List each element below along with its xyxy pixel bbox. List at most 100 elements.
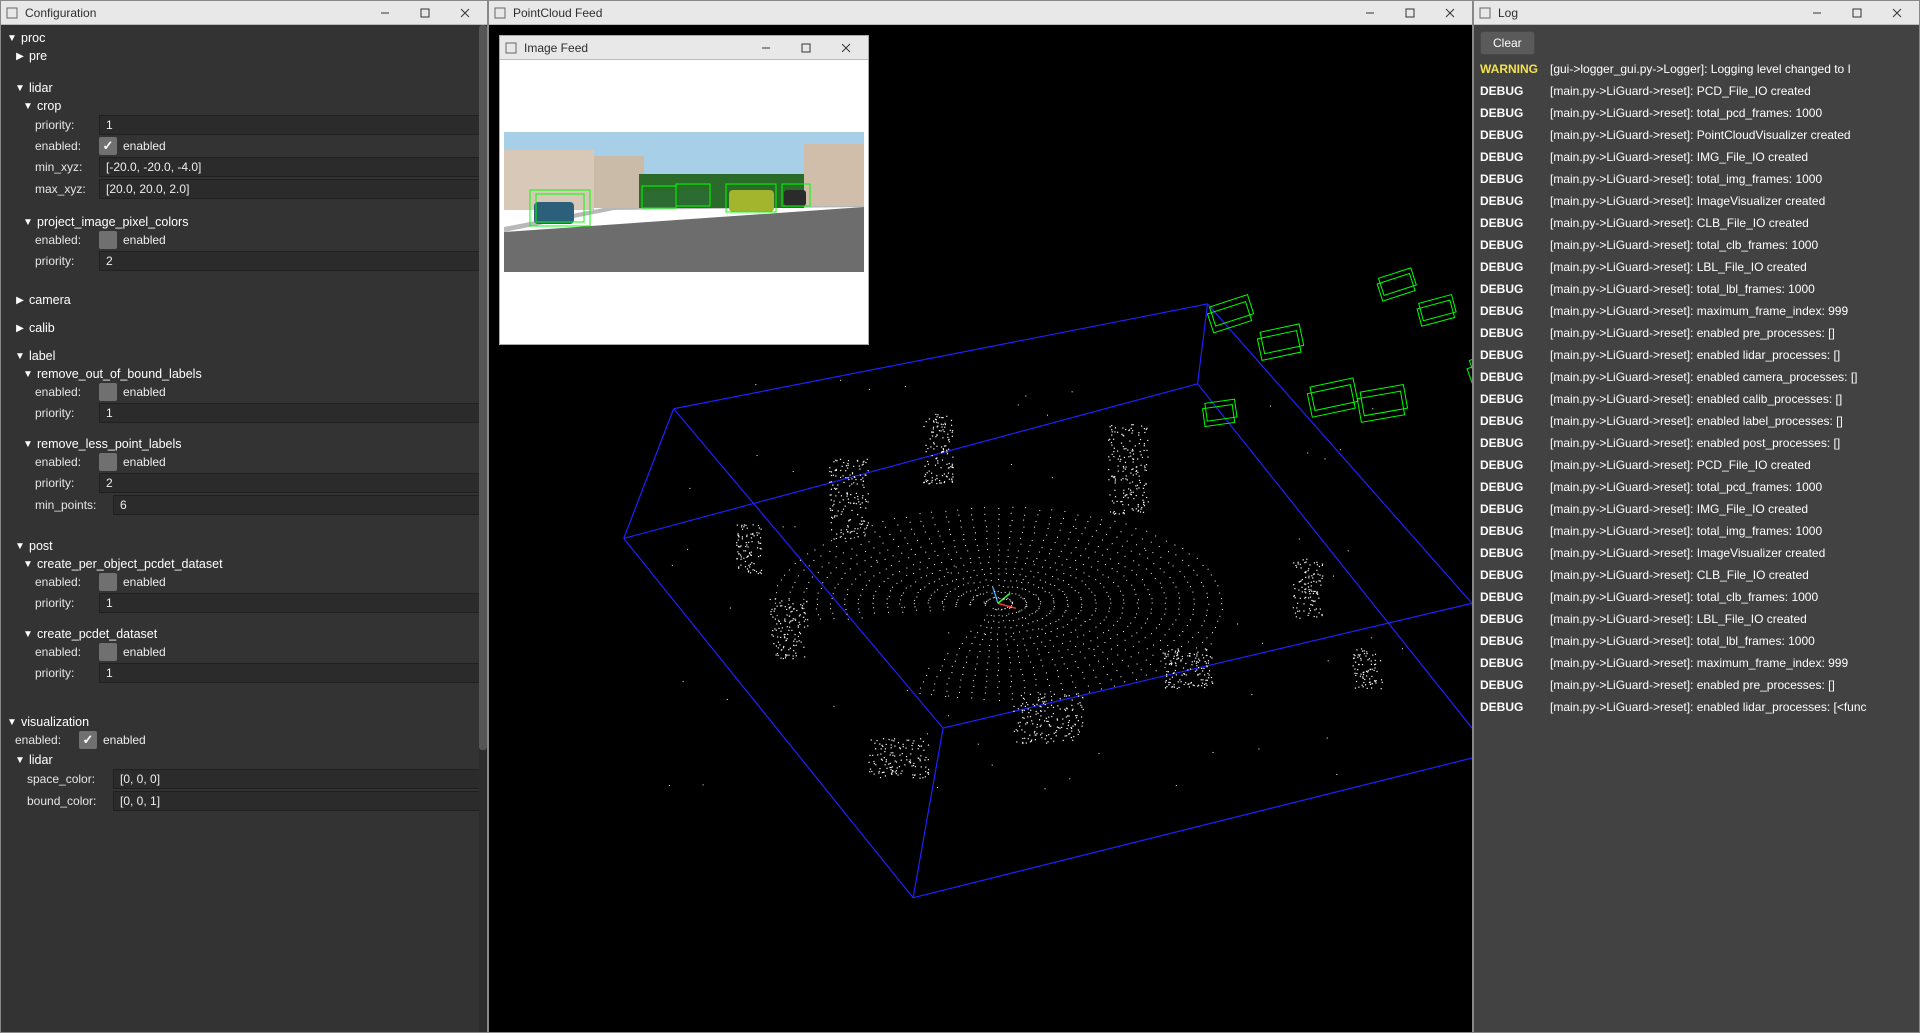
input-crop-max-xyz[interactable] <box>99 179 481 199</box>
input-rofb-priority[interactable] <box>99 403 481 423</box>
log-row: DEBUG[main.py->LiGuard->reset]: LBL_File… <box>1478 256 1915 278</box>
log-row: DEBUG[main.py->LiGuard->reset]: IMG_File… <box>1478 146 1915 168</box>
log-row: DEBUG[main.py->LiGuard->reset]: maximum_… <box>1478 300 1915 322</box>
checkbox-crop-enabled[interactable] <box>99 137 117 155</box>
log-row: DEBUG[main.py->LiGuard->reset]: enabled … <box>1478 388 1915 410</box>
tree-remove-less-point-labels[interactable]: ▼ remove_less_point_labels <box>23 437 481 451</box>
checkbox-viz-enabled[interactable] <box>79 731 97 749</box>
log-titlebar[interactable]: Log <box>1474 1 1919 25</box>
input-crop-priority[interactable] <box>99 115 481 135</box>
log-level: DEBUG <box>1480 678 1540 692</box>
log-level: DEBUG <box>1480 436 1540 450</box>
input-crop-min-xyz[interactable] <box>99 157 481 177</box>
maximize-icon[interactable] <box>1392 2 1428 24</box>
log-message: [main.py->LiGuard->reset]: enabled camer… <box>1550 370 1858 384</box>
label-priority: priority: <box>35 476 93 490</box>
close-icon[interactable] <box>447 2 483 24</box>
chevron-right-icon: ▶ <box>15 295 25 306</box>
checkbox-rlpl-enabled[interactable] <box>99 453 117 471</box>
scrollbar-track[interactable] <box>479 25 487 1032</box>
image-feed-window[interactable]: Image Feed <box>499 35 869 345</box>
app-icon <box>5 6 19 20</box>
log-level: DEBUG <box>1480 546 1540 560</box>
chevron-down-icon: ▼ <box>7 33 17 44</box>
log-message: [main.py->LiGuard->reset]: total_clb_fra… <box>1550 238 1818 252</box>
image-feed-body[interactable] <box>500 60 868 344</box>
checkbox-cpopd-enabled[interactable] <box>99 573 117 591</box>
chevron-down-icon: ▼ <box>23 559 33 570</box>
checkbox-cpd-enabled[interactable] <box>99 643 117 661</box>
log-level: DEBUG <box>1480 106 1540 120</box>
log-row: DEBUG[main.py->LiGuard->reset]: PointClo… <box>1478 124 1915 146</box>
label-enabled: enabled: <box>15 733 73 747</box>
label-enabled: enabled: <box>35 139 93 153</box>
log-row: DEBUG[main.py->LiGuard->reset]: total_im… <box>1478 168 1915 190</box>
tree-calib[interactable]: ▶ calib <box>15 321 481 335</box>
tree-label[interactable]: ▼ label <box>15 349 481 363</box>
pointcloud-viewport[interactable]: Image Feed <box>489 25 1472 1032</box>
maximize-icon[interactable] <box>407 2 443 24</box>
input-space-color[interactable] <box>113 769 481 789</box>
minimize-icon[interactable] <box>1352 2 1388 24</box>
maximize-icon[interactable] <box>1839 2 1875 24</box>
configuration-window: Configuration ▼ proc ▶ pre <box>0 0 488 1033</box>
maximize-icon[interactable] <box>788 37 824 59</box>
log-row: DEBUG[main.py->LiGuard->reset]: ImageVis… <box>1478 190 1915 212</box>
tree-rofb-label: remove_out_of_bound_labels <box>37 367 202 381</box>
tree-calib-label: calib <box>29 321 55 335</box>
minimize-icon[interactable] <box>748 37 784 59</box>
close-icon[interactable] <box>1432 2 1468 24</box>
chevron-down-icon: ▼ <box>15 351 25 362</box>
label-enabled: enabled: <box>35 385 93 399</box>
log-entries[interactable]: WARNING[gui->logger_gui.py->Logger]: Log… <box>1474 58 1919 1032</box>
close-icon[interactable] <box>828 37 864 59</box>
log-row: DEBUG[main.py->LiGuard->reset]: total_lb… <box>1478 278 1915 300</box>
chevron-down-icon: ▼ <box>23 217 33 228</box>
tree-project-image-pixel-colors[interactable]: ▼ project_image_pixel_colors <box>23 215 481 229</box>
checkbox-rofb-enabled[interactable] <box>99 383 117 401</box>
input-bound-color[interactable] <box>113 791 481 811</box>
log-row: DEBUG[main.py->LiGuard->reset]: total_im… <box>1478 520 1915 542</box>
tree-visualization[interactable]: ▼ visualization <box>7 715 481 729</box>
tree-lidar[interactable]: ▼ lidar <box>15 81 481 95</box>
log-level: DEBUG <box>1480 458 1540 472</box>
tree-crop[interactable]: ▼ crop <box>23 99 481 113</box>
close-icon[interactable] <box>1879 2 1915 24</box>
log-row: DEBUG[main.py->LiGuard->reset]: enabled … <box>1478 366 1915 388</box>
log-row: DEBUG[main.py->LiGuard->reset]: total_pc… <box>1478 476 1915 498</box>
tree-proc[interactable]: ▼ proc <box>7 31 481 45</box>
tree-lidar-label: lidar <box>29 81 53 95</box>
tree-create-pcdet-dataset[interactable]: ▼ create_pcdet_dataset <box>23 627 481 641</box>
scrollbar-thumb[interactable] <box>479 25 487 750</box>
tree-create-per-object-pcdet-dataset[interactable]: ▼ create_per_object_pcdet_dataset <box>23 557 481 571</box>
input-rlpl-min-points[interactable] <box>113 495 481 515</box>
pointcloud-titlebar[interactable]: PointCloud Feed <box>489 1 1472 25</box>
tree-post[interactable]: ▼ post <box>15 539 481 553</box>
tree-remove-out-of-bound-labels[interactable]: ▼ remove_out_of_bound_labels <box>23 367 481 381</box>
configuration-titlebar[interactable]: Configuration <box>1 1 487 25</box>
log-message: [main.py->LiGuard->reset]: ImageVisualiz… <box>1550 546 1825 560</box>
log-row: DEBUG[main.py->LiGuard->reset]: enabled … <box>1478 322 1915 344</box>
checkbox-viz-enabled-label: enabled <box>103 733 146 747</box>
minimize-icon[interactable] <box>367 2 403 24</box>
tree-visualization-label: visualization <box>21 715 89 729</box>
log-message: [main.py->LiGuard->reset]: PCD_File_IO c… <box>1550 458 1811 472</box>
log-message: [main.py->LiGuard->reset]: total_lbl_fra… <box>1550 282 1815 296</box>
tree-pre[interactable]: ▶ pre <box>15 49 481 63</box>
label-priority: priority: <box>35 666 93 680</box>
log-level: DEBUG <box>1480 414 1540 428</box>
image-feed-titlebar[interactable]: Image Feed <box>500 36 868 60</box>
input-rlpl-priority[interactable] <box>99 473 481 493</box>
input-cpd-priority[interactable] <box>99 663 481 683</box>
log-message: [main.py->LiGuard->reset]: CLB_File_IO c… <box>1550 216 1809 230</box>
tree-camera[interactable]: ▶ camera <box>15 293 481 307</box>
configuration-body[interactable]: ▼ proc ▶ pre ▼ lidar <box>1 25 487 1032</box>
input-cpopd-priority[interactable] <box>99 593 481 613</box>
tree-viz-lidar[interactable]: ▼ lidar <box>15 753 481 767</box>
log-message: [main.py->LiGuard->reset]: IMG_File_IO c… <box>1550 502 1808 516</box>
checkbox-pipc-enabled[interactable] <box>99 231 117 249</box>
minimize-icon[interactable] <box>1799 2 1835 24</box>
label-bound-color: bound_color: <box>27 794 107 808</box>
clear-button[interactable]: Clear <box>1480 31 1535 55</box>
input-pipc-priority[interactable] <box>99 251 481 271</box>
